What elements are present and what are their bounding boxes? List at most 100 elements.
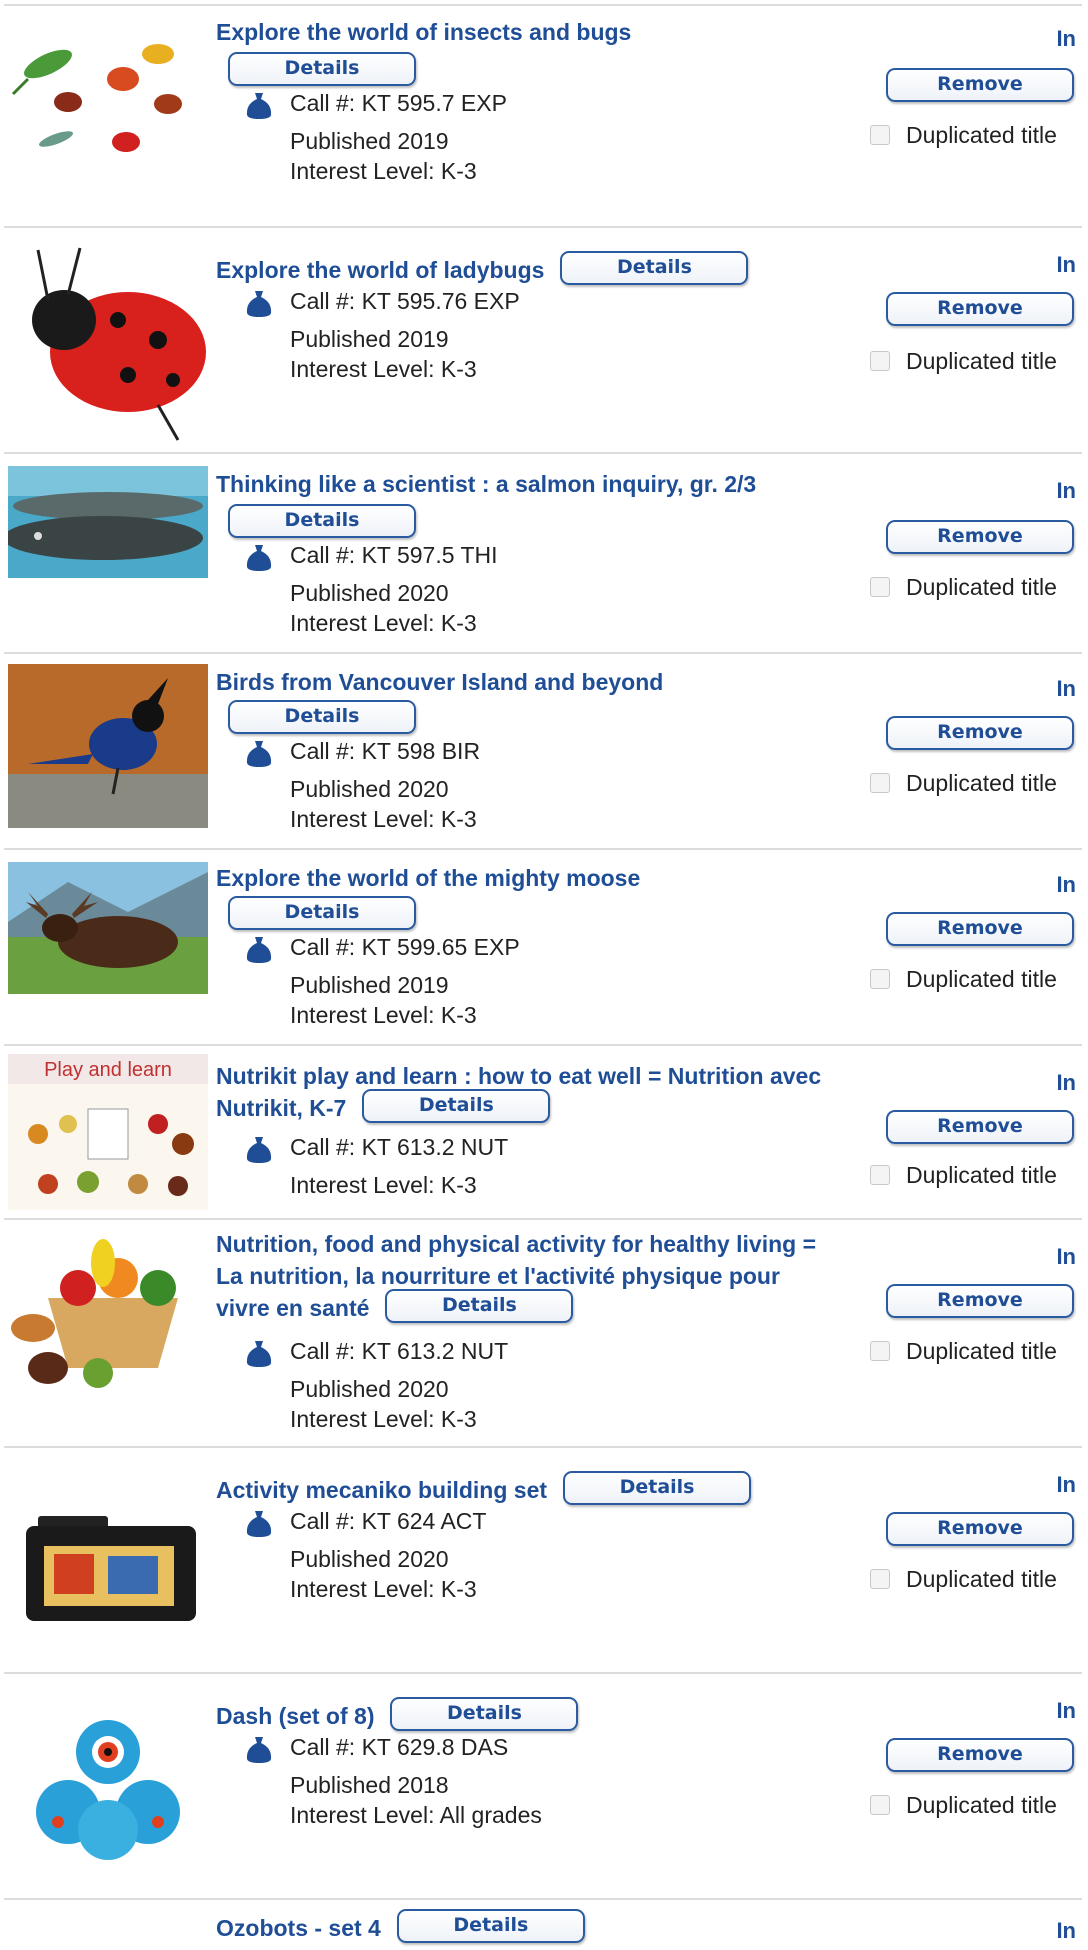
food-basket-image[interactable]	[8, 1228, 208, 1390]
duplicated-title-option[interactable]: Duplicated title	[870, 348, 1057, 375]
call-number: Call #: KT 595.76 EXP	[240, 286, 520, 317]
duplicated-label: Duplicated title	[906, 574, 1057, 600]
duplicated-checkbox[interactable]	[870, 1795, 890, 1815]
item-meta: Call #: KT 595.76 EXP Published 2019 Int…	[240, 286, 520, 384]
details-button[interactable]: Details	[228, 504, 416, 538]
duplicated-title-option[interactable]: Duplicated title	[870, 1162, 1057, 1189]
duplicated-checkbox[interactable]	[870, 125, 890, 145]
item-meta: Call #: KT 597.5 THI Published 2020 Inte…	[240, 540, 498, 638]
remove-button[interactable]: Remove	[886, 68, 1074, 102]
duplicated-checkbox[interactable]	[870, 773, 890, 793]
duplicated-checkbox[interactable]	[870, 969, 890, 989]
insects-image[interactable]	[8, 34, 208, 152]
duplicated-title-option[interactable]: Duplicated title	[870, 122, 1057, 149]
item-title[interactable]: Nutrikit play and learn : how to eat wel…	[216, 1060, 836, 1127]
availability-status: In	[1056, 872, 1076, 897]
item-title[interactable]: Explore the world of ladybugs Details	[216, 250, 836, 289]
duplicated-title-option[interactable]: Duplicated title	[870, 1566, 1057, 1593]
item-meta: Call #: KT 595.7 EXP Published 2019 Inte…	[240, 88, 507, 186]
details-button[interactable]: Details	[396, 1908, 585, 1943]
item-title[interactable]: Activity mecaniko building set Details	[216, 1470, 836, 1509]
remove-button[interactable]: Remove	[886, 520, 1074, 554]
call-number-text: Call #: KT 598 BIR	[290, 738, 481, 764]
duplicated-checkbox[interactable]	[870, 351, 890, 371]
item-title[interactable]: Explore the world of the mighty moose	[216, 862, 836, 894]
duplicated-title-option[interactable]: Duplicated title	[870, 1338, 1057, 1365]
building-set-image[interactable]	[8, 1506, 208, 1626]
item-meta: Call #: KT 613.2 NUT Interest Level: K-3	[240, 1132, 508, 1200]
details-button[interactable]: Details	[390, 1696, 579, 1731]
duplicated-label: Duplicated title	[906, 966, 1057, 992]
duplicated-checkbox[interactable]	[870, 1569, 890, 1589]
item-title[interactable]: Nutrition, food and physical activity fo…	[216, 1228, 836, 1327]
call-number: Call #: KT 599.65 EXP	[240, 932, 520, 963]
remove-button[interactable]: Remove	[886, 1284, 1074, 1318]
interest-level-text: Interest Level: K-3	[290, 610, 477, 636]
interest-level-text: Interest Level: K-3	[290, 1172, 477, 1198]
item-title-text[interactable]: Ozobots - set 4	[216, 1915, 381, 1941]
bag-icon	[246, 1137, 272, 1163]
duplicated-title-option[interactable]: Duplicated title	[870, 770, 1057, 797]
duplicated-checkbox[interactable]	[870, 577, 890, 597]
salmon-image[interactable]	[8, 466, 208, 578]
interest-level-text: Interest Level: K-3	[290, 1576, 477, 1602]
details-button[interactable]: Details	[385, 1288, 574, 1323]
item-title-text[interactable]: Thinking like a scientist : a salmon inq…	[216, 471, 756, 497]
item-title-text[interactable]: Birds from Vancouver Island and beyond	[216, 669, 663, 695]
call-number-text: Call #: KT 595.7 EXP	[290, 90, 507, 116]
details-button[interactable]: Details	[228, 52, 416, 86]
availability-status: In	[1056, 478, 1076, 503]
call-number-text: Call #: KT 599.65 EXP	[290, 934, 520, 960]
details-button[interactable]: Details	[362, 1088, 551, 1123]
item-title[interactable]: Ozobots - set 4 Details	[216, 1908, 836, 1947]
remove-button[interactable]: Remove	[886, 912, 1074, 946]
duplicated-label: Duplicated title	[906, 122, 1057, 148]
remove-button[interactable]: Remove	[886, 716, 1074, 750]
moose-image[interactable]	[8, 862, 208, 994]
details-button[interactable]: Details	[228, 700, 416, 734]
item-title-text[interactable]: Explore the world of the mighty moose	[216, 865, 640, 891]
duplicated-checkbox[interactable]	[870, 1341, 890, 1361]
row-separator	[4, 1218, 1082, 1220]
published-text: Published 2019	[290, 972, 449, 998]
duplicated-title-option[interactable]: Duplicated title	[870, 574, 1057, 601]
bird-image[interactable]	[8, 664, 208, 828]
row-separator	[4, 226, 1082, 228]
ladybug-image[interactable]	[8, 240, 208, 444]
item-title-text[interactable]: Explore the world of insects and bugs	[216, 19, 631, 45]
robot-image[interactable]	[8, 1712, 208, 1862]
remove-button[interactable]: Remove	[886, 1512, 1074, 1546]
details-button[interactable]: Details	[563, 1470, 752, 1505]
item-title[interactable]: Explore the world of insects and bugs	[216, 16, 836, 48]
bag-icon	[246, 741, 272, 767]
nutrikit-image[interactable]: Play and learn	[8, 1054, 208, 1210]
interest-level-text: Interest Level: K-3	[290, 356, 477, 382]
row-separator	[4, 652, 1082, 654]
duplicated-checkbox[interactable]	[870, 1165, 890, 1185]
row-separator	[4, 1898, 1082, 1900]
item-title[interactable]: Thinking like a scientist : a salmon inq…	[216, 468, 836, 500]
details-button[interactable]: Details	[228, 896, 416, 930]
duplicated-title-option[interactable]: Duplicated title	[870, 1792, 1057, 1819]
bag-icon	[246, 93, 272, 119]
details-button[interactable]: Details	[560, 250, 749, 285]
remove-button[interactable]: Remove	[886, 292, 1074, 326]
row-separator	[4, 452, 1082, 454]
item-title-text[interactable]: Activity mecaniko building set	[216, 1477, 547, 1503]
remove-button[interactable]: Remove	[886, 1738, 1074, 1772]
duplicated-title-option[interactable]: Duplicated title	[870, 966, 1057, 993]
remove-button[interactable]: Remove	[886, 1110, 1074, 1144]
item-title-text[interactable]: Explore the world of ladybugs	[216, 257, 544, 283]
item-title[interactable]: Birds from Vancouver Island and beyond	[216, 666, 836, 698]
duplicated-label: Duplicated title	[906, 1566, 1057, 1592]
availability-status: In	[1056, 1918, 1076, 1943]
item-title-text[interactable]: Dash (set of 8)	[216, 1703, 374, 1729]
published-text: Published 2020	[290, 776, 449, 802]
call-number: Call #: KT 597.5 THI	[240, 540, 498, 571]
item-title[interactable]: Dash (set of 8) Details	[216, 1696, 836, 1735]
published-text: Published 2018	[290, 1772, 449, 1798]
interest-level-text: Interest Level: K-3	[290, 1002, 477, 1028]
bag-icon	[246, 1737, 272, 1763]
item-meta: Call #: KT 598 BIR Published 2020 Intere…	[240, 736, 480, 834]
row-separator	[4, 4, 1082, 6]
